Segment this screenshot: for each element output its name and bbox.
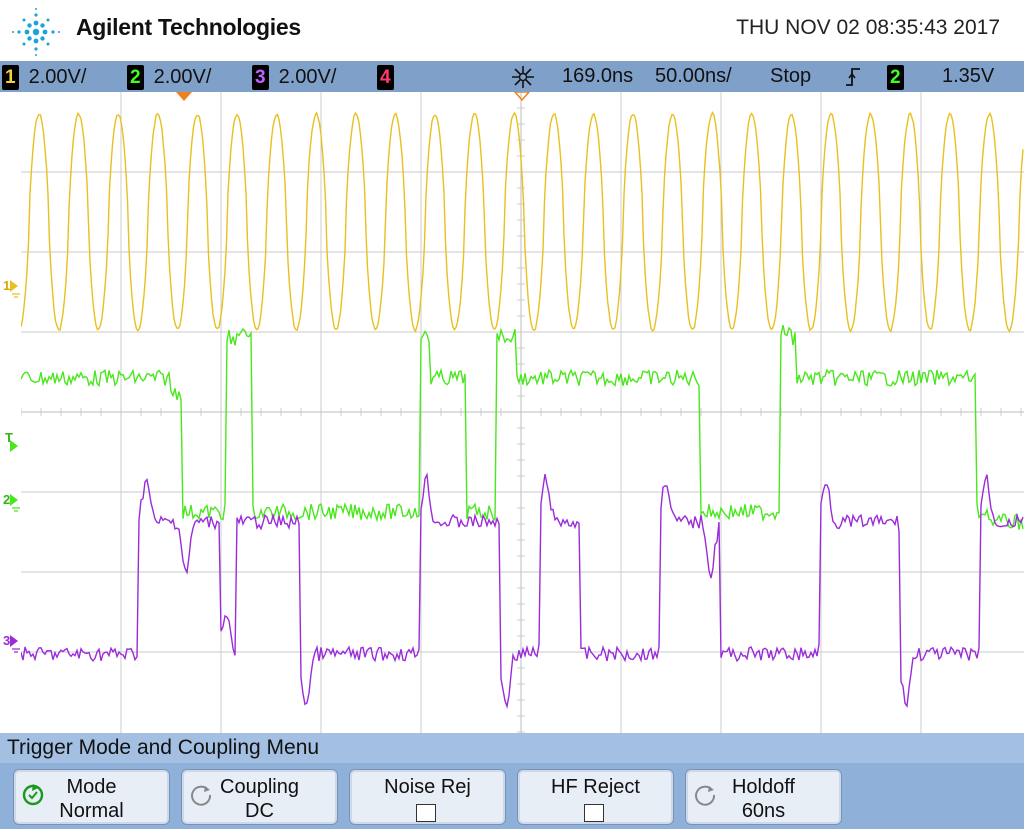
- ch1-scale-value: 2.00V/: [28, 66, 87, 88]
- time-reference-marker: [514, 92, 530, 102]
- ch3-trace: [21, 472, 1024, 709]
- noise-reject-softkey[interactable]: Noise Rej: [349, 769, 506, 825]
- trigger-position-marker: [176, 92, 192, 101]
- noise-reject-label: Noise Rej: [384, 776, 471, 798]
- timebase-value[interactable]: 50.00ns/: [655, 65, 732, 88]
- ch4-badge: 4: [377, 65, 394, 90]
- ch3-badge: 3: [252, 65, 269, 90]
- ch2-scale-value: 2.00V/: [153, 66, 212, 88]
- ch2-ground-marker[interactable]: 2: [0, 492, 21, 518]
- noise-reject-checkbox[interactable]: [416, 804, 436, 822]
- ch2-scale[interactable]: 2 2.00V/: [127, 65, 211, 90]
- holdoff-label: Holdoff: [731, 776, 795, 798]
- ch3-scale[interactable]: 3 2.00V/: [252, 65, 336, 90]
- brand-name: Agilent Technologies: [76, 14, 301, 40]
- softkey-bar: Mode Normal Coupling DC Noise Rej HF Rej…: [0, 763, 1024, 829]
- ch3-ground-marker[interactable]: 3: [0, 633, 21, 659]
- ch2-trace: [21, 324, 1024, 530]
- holdoff-value: 60ns: [741, 800, 786, 822]
- ch3-scale-value: 2.00V/: [278, 66, 337, 88]
- trigger-level-marker[interactable]: T: [0, 430, 21, 454]
- agilent-logo-icon: [12, 8, 60, 56]
- ch1-trace: [21, 110, 1024, 333]
- coupling-softkey[interactable]: Coupling DC: [181, 769, 338, 825]
- header: Agilent Technologies THU NOV 02 08:35:43…: [0, 0, 1024, 61]
- trigger-edge-icon: [846, 68, 860, 86]
- trigger-source[interactable]: 2: [887, 65, 914, 90]
- hf-reject-label: HF Reject: [551, 776, 640, 798]
- mode-label: Mode: [66, 776, 117, 798]
- ch4-scale[interactable]: 4: [377, 65, 404, 90]
- hf-reject-softkey[interactable]: HF Reject: [517, 769, 674, 825]
- coupling-label: Coupling: [220, 776, 299, 798]
- menu-title: Trigger Mode and Coupling Menu: [7, 736, 320, 759]
- mode-value: Normal: [59, 800, 124, 822]
- ch1-badge: 1: [2, 65, 19, 90]
- waveform-display[interactable]: [21, 92, 1024, 733]
- ch2-badge: 2: [127, 65, 144, 90]
- hf-reject-checkbox[interactable]: [584, 804, 604, 822]
- menu-title-bar: Trigger Mode and Coupling Menu: [0, 733, 1024, 763]
- trigger-level[interactable]: 1.35V: [942, 65, 994, 88]
- ch1-scale[interactable]: 1 2.00V/: [2, 65, 86, 90]
- run-state: Stop: [770, 65, 812, 87]
- coupling-value: DC: [245, 800, 274, 822]
- trigger-source-badge: 2: [887, 65, 904, 90]
- delay-value[interactable]: 169.0ns: [562, 65, 633, 88]
- date-time: THU NOV 02 08:35:43 2017: [736, 16, 1000, 39]
- delay-spark-icon: [512, 66, 534, 88]
- ch1-ground-marker[interactable]: 1: [0, 278, 21, 300]
- status-bar: 1 2.00V/ 2 2.00V/ 3 2.00V/ 4 169.0ns 50.00n…: [0, 61, 1024, 92]
- holdoff-softkey[interactable]: Holdoff 60ns: [685, 769, 842, 825]
- mode-softkey[interactable]: Mode Normal: [13, 769, 170, 825]
